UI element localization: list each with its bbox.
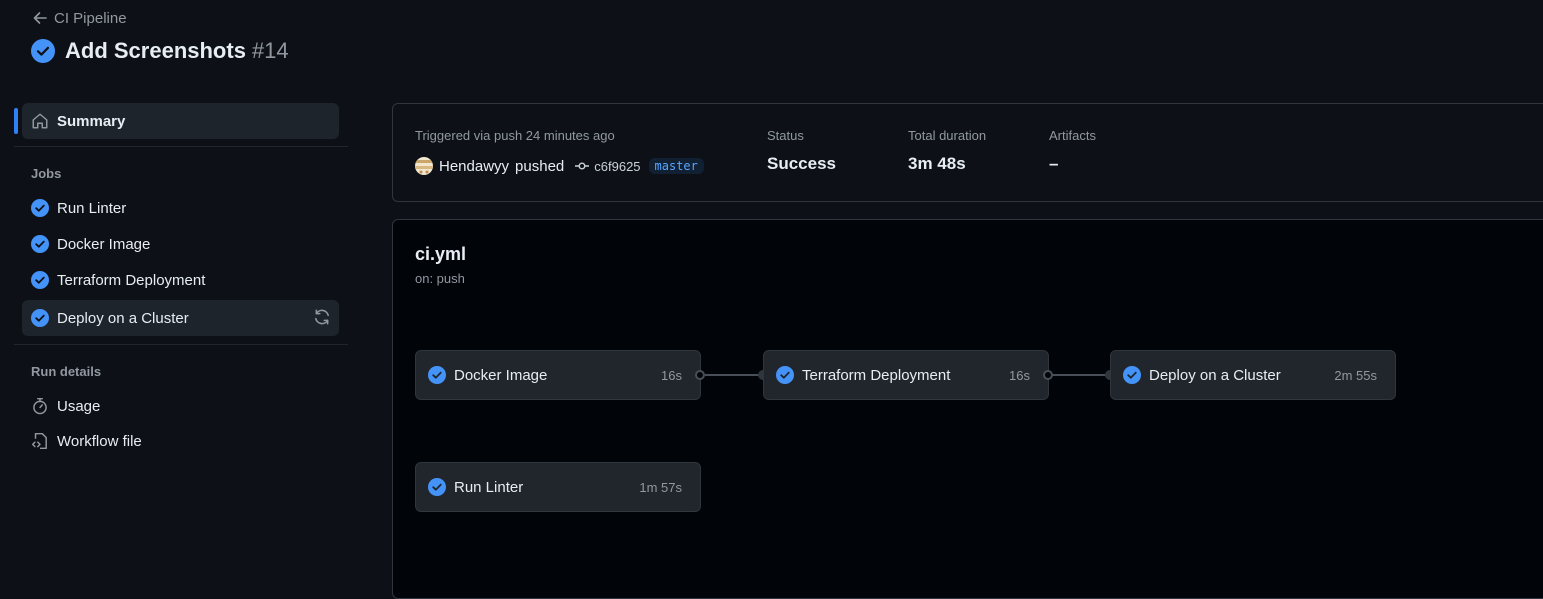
active-indicator bbox=[14, 108, 18, 134]
workflow-trigger: on: push bbox=[415, 271, 465, 286]
sidebar-item-label: Run Linter bbox=[57, 199, 127, 217]
check-circle-icon bbox=[31, 199, 49, 217]
job-output-port bbox=[1043, 370, 1053, 380]
sidebar-item-usage[interactable]: Usage bbox=[22, 388, 339, 424]
commit-link[interactable]: c6f9625 bbox=[574, 158, 641, 174]
job-duration: 16s bbox=[661, 367, 682, 383]
sidebar-item-label: Usage bbox=[57, 397, 101, 415]
sidebar-item-deploy-on-a-cluster[interactable]: Deploy on a Cluster bbox=[22, 300, 339, 336]
rerun-job-icon[interactable] bbox=[313, 308, 333, 328]
actor-name[interactable]: Hendawyy bbox=[439, 158, 509, 175]
job-name: Run Linter bbox=[454, 478, 524, 496]
sidebar-divider bbox=[14, 344, 348, 345]
job-duration: 1m 57s bbox=[639, 479, 682, 495]
job-dependency-edge bbox=[1052, 374, 1108, 376]
job-name: Docker Image bbox=[454, 366, 548, 384]
sidebar-item-label: Summary bbox=[57, 112, 126, 130]
job-dependency-edge bbox=[705, 374, 761, 376]
check-circle-icon bbox=[428, 366, 446, 384]
run-title: Add Screenshots bbox=[65, 38, 246, 63]
jobs-heading: Jobs bbox=[31, 166, 62, 181]
sidebar-item-terraform-deployment[interactable]: Terraform Deployment bbox=[22, 262, 339, 298]
sidebar-item-run-linter[interactable]: Run Linter bbox=[22, 190, 339, 226]
commit-sha: c6f9625 bbox=[594, 158, 641, 174]
duration-label: Total duration bbox=[908, 128, 987, 143]
artifacts-label: Artifacts bbox=[1049, 128, 1096, 143]
sidebar-item-docker-image[interactable]: Docker Image bbox=[22, 226, 339, 262]
check-circle-icon bbox=[31, 271, 49, 289]
check-circle-icon bbox=[428, 478, 446, 496]
workflow-graph-card: ci.yml on: push Docker Image 16s Terrafo… bbox=[392, 219, 1543, 599]
duration-value: 3m 48s bbox=[908, 154, 966, 173]
status-label: Status bbox=[767, 128, 804, 143]
action-text: pushed bbox=[515, 157, 565, 175]
run-number: #14 bbox=[251, 38, 289, 63]
home-icon bbox=[32, 113, 48, 129]
check-circle-icon bbox=[1123, 366, 1141, 384]
branch-badge[interactable]: master bbox=[648, 158, 704, 174]
check-circle-icon bbox=[31, 309, 49, 327]
job-output-port bbox=[695, 370, 705, 380]
job-duration: 16s bbox=[1009, 367, 1030, 383]
sidebar-item-label: Workflow file bbox=[57, 432, 142, 450]
workflow-file-name: ci.yml bbox=[415, 244, 467, 264]
job-node-run-linter[interactable]: Run Linter 1m 57s bbox=[415, 462, 701, 512]
sidebar-item-summary[interactable]: Summary bbox=[22, 103, 339, 139]
check-circle-icon bbox=[31, 39, 55, 63]
page-title: Add Screenshots #14 bbox=[31, 37, 289, 65]
avatar[interactable] bbox=[415, 157, 433, 175]
job-name: Terraform Deployment bbox=[802, 366, 951, 384]
check-circle-icon bbox=[776, 366, 794, 384]
job-duration: 2m 55s bbox=[1334, 367, 1377, 383]
sidebar-item-label: Deploy on a Cluster bbox=[57, 309, 189, 327]
arrow-left-icon bbox=[33, 12, 47, 24]
back-link-label: CI Pipeline bbox=[54, 9, 127, 27]
artifacts-value: – bbox=[1049, 154, 1059, 173]
job-name: Deploy on a Cluster bbox=[1149, 366, 1281, 384]
sidebar-divider bbox=[14, 146, 348, 147]
job-node-terraform-deployment[interactable]: Terraform Deployment 16s bbox=[763, 350, 1049, 400]
stopwatch-icon bbox=[33, 397, 47, 415]
job-node-docker-image[interactable]: Docker Image 16s bbox=[415, 350, 701, 400]
sidebar-item-workflow-file[interactable]: Workflow file bbox=[22, 423, 339, 459]
back-link[interactable]: CI Pipeline bbox=[32, 8, 127, 28]
job-node-deploy-on-a-cluster[interactable]: Deploy on a Cluster 2m 55s bbox=[1110, 350, 1396, 400]
trigger-text: Triggered via push 24 minutes ago bbox=[415, 128, 615, 143]
trigger-row: Hendawyy pushed c6f9625 master bbox=[415, 156, 704, 176]
sidebar-item-label: Terraform Deployment bbox=[57, 271, 206, 289]
status-value: Success bbox=[767, 154, 836, 173]
run-summary-card: Triggered via push 24 minutes ago Hendaw… bbox=[392, 103, 1543, 202]
run-details-heading: Run details bbox=[31, 364, 102, 379]
file-code-icon bbox=[31, 432, 47, 450]
check-circle-icon bbox=[31, 235, 49, 253]
sidebar-item-label: Docker Image bbox=[57, 235, 151, 253]
commit-icon bbox=[575, 162, 590, 170]
